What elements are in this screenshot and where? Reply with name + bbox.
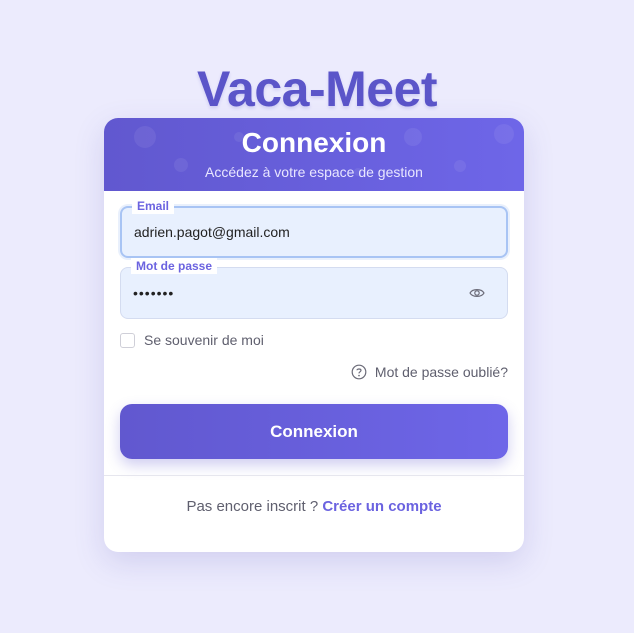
app-title: Vaca-Meet xyxy=(196,61,438,117)
eye-icon[interactable] xyxy=(469,287,485,299)
remember-checkbox[interactable] xyxy=(120,332,135,348)
divider xyxy=(104,475,524,476)
card-header: Connexion Accédez à votre espace de gest… xyxy=(104,118,524,191)
password-field[interactable]: Mot de passe xyxy=(120,258,508,319)
help-circle-icon xyxy=(351,364,367,380)
signup-text: Pas encore inscrit ? xyxy=(186,498,319,515)
login-card: Connexion Accédez à votre espace de gest… xyxy=(104,118,524,552)
forgot-password-link[interactable]: Mot de passe oublié? xyxy=(351,363,508,381)
card-subtitle: Accédez à votre espace de gestion xyxy=(205,164,423,180)
create-account-link[interactable]: Créer un compte xyxy=(322,498,441,515)
forgot-password-label: Mot de passe oublié? xyxy=(374,364,508,380)
signup-prompt: Pas encore inscrit ? Créer un compte xyxy=(104,498,524,515)
email-field[interactable]: Email xyxy=(120,198,508,258)
login-page: Vaca-Meet Connexion Accédez à votre espa… xyxy=(0,0,634,633)
remember-me[interactable]: Se souvenir de moi xyxy=(120,331,264,349)
login-button[interactable]: Connexion xyxy=(120,404,508,459)
email-input[interactable] xyxy=(134,208,454,256)
password-input[interactable] xyxy=(133,268,453,318)
card-title: Connexion xyxy=(241,127,387,158)
remember-label: Se souvenir de moi xyxy=(144,332,264,348)
